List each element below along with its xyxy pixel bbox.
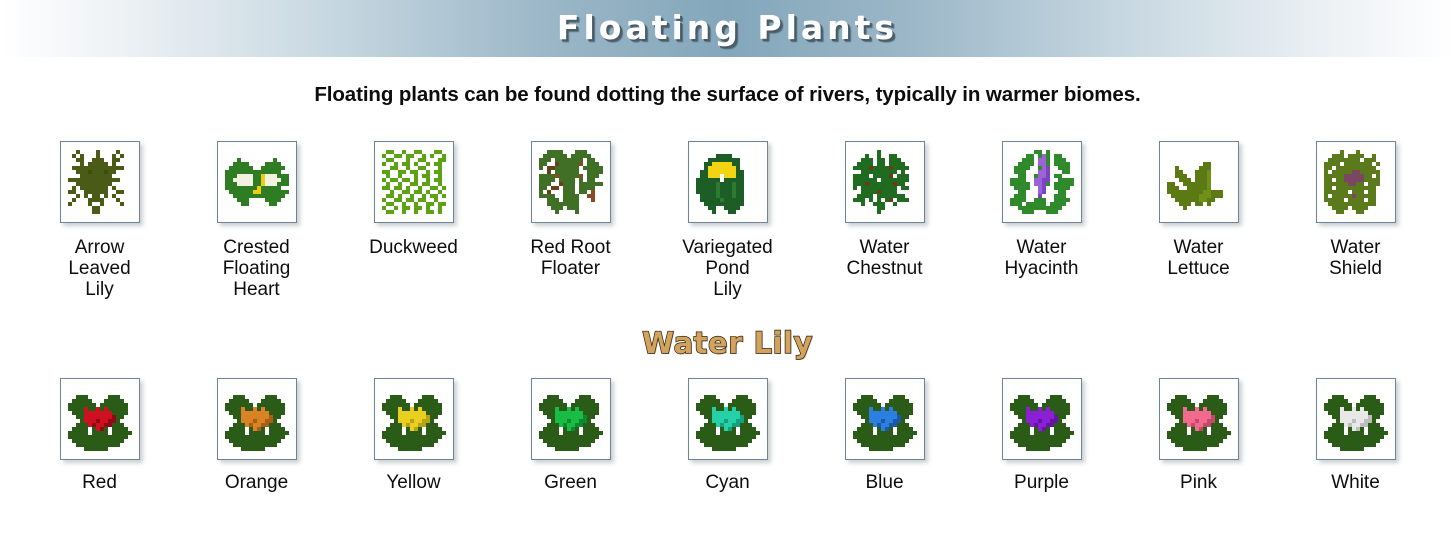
lily-label: Cyan: [705, 472, 750, 493]
lily-label: Orange: [224, 472, 289, 493]
plant-label: Water Chestnut: [846, 237, 923, 279]
lily-label: Pink: [1180, 472, 1217, 493]
pixel-art-canvas: [1166, 387, 1231, 451]
plant-label: Water Lettuce: [1167, 237, 1230, 279]
plant-cell[interactable]: Purple: [963, 378, 1120, 493]
plant-cell[interactable]: Crested Floating Heart: [178, 141, 335, 300]
pixel-art-canvas: [1323, 387, 1388, 451]
pixel-art-canvas: [224, 387, 289, 451]
water-lily-grid: Red Orange Yellow Green Cyan Blue Purple Pink Wh…: [0, 378, 1455, 493]
floating-plants-grid: Arrow Leaved Lily Crested Floating Heart D…: [0, 141, 1455, 300]
water-lily-purple-icon[interactable]: [1001, 378, 1082, 460]
pixel-art-canvas: [1166, 150, 1231, 214]
water-lily-cyan-icon[interactable]: [687, 378, 768, 460]
pixel-art-canvas: [852, 387, 917, 451]
water-lily-orange-icon[interactable]: [216, 378, 297, 460]
duckweed-icon[interactable]: [373, 141, 454, 223]
water-lily-green-icon[interactable]: [530, 378, 611, 460]
pixel-art-canvas: [1009, 150, 1074, 214]
page-title: Floating Plants: [556, 8, 899, 47]
water-lily-red-icon[interactable]: [59, 378, 140, 460]
water-hyacinth-icon[interactable]: [1001, 141, 1082, 223]
plant-cell[interactable]: Water Lettuce: [1120, 141, 1277, 279]
plant-cell[interactable]: Arrow Leaved Lily: [21, 141, 178, 300]
plant-label: Duckweed: [369, 237, 458, 258]
water-lily-blue-icon[interactable]: [844, 378, 925, 460]
water-lily-white-icon[interactable]: [1315, 378, 1396, 460]
plant-cell[interactable]: White: [1277, 378, 1434, 493]
arrow-leaved-lily-icon[interactable]: [59, 141, 140, 223]
lily-label: Blue: [865, 472, 904, 493]
water-lily-yellow-icon[interactable]: [373, 378, 454, 460]
plant-label: Arrow Leaved Lily: [68, 237, 131, 300]
water-lily-pink-icon[interactable]: [1158, 378, 1239, 460]
plant-label: Red Root Floater: [530, 237, 611, 279]
water-lettuce-icon[interactable]: [1158, 141, 1239, 223]
plant-label: Water Hyacinth: [1004, 237, 1079, 279]
pixel-art-canvas: [852, 150, 917, 214]
plant-cell[interactable]: Red Root Floater: [492, 141, 649, 279]
pixel-art-canvas: [1009, 387, 1074, 451]
plant-cell[interactable]: Water Chestnut: [806, 141, 963, 279]
water-lily-section-heading: Water Lily: [641, 325, 813, 360]
plant-cell[interactable]: Cyan: [649, 378, 806, 493]
plant-cell[interactable]: Yellow: [335, 378, 492, 493]
plant-label: Crested Floating Heart: [222, 237, 291, 300]
lily-label: Green: [544, 472, 597, 493]
water-shield-icon[interactable]: [1315, 141, 1396, 223]
pixel-art-canvas: [224, 150, 289, 214]
intro-description: Floating plants can be found dotting the…: [314, 83, 1141, 106]
pixel-art-canvas: [381, 387, 446, 451]
lily-label: White: [1331, 472, 1380, 493]
pixel-art-canvas: [538, 387, 603, 451]
plant-cell[interactable]: Green: [492, 378, 649, 493]
red-root-floater-icon[interactable]: [530, 141, 611, 223]
lily-label: Purple: [1014, 472, 1069, 493]
pixel-art-canvas: [1323, 150, 1388, 214]
plant-label: Variegated Pond Lily: [682, 237, 773, 300]
crested-floating-heart-icon[interactable]: [216, 141, 297, 223]
pixel-art-canvas: [67, 150, 132, 214]
water-chestnut-icon[interactable]: [844, 141, 925, 223]
plant-cell[interactable]: Blue: [806, 378, 963, 493]
plant-cell[interactable]: Red: [21, 378, 178, 493]
pixel-art-canvas: [381, 150, 446, 214]
plant-cell[interactable]: Water Shield: [1277, 141, 1434, 279]
pixel-art-canvas: [695, 150, 760, 214]
pixel-art-canvas: [695, 387, 760, 451]
plant-cell[interactable]: Pink: [1120, 378, 1277, 493]
plant-label: Water Shield: [1329, 237, 1382, 279]
lily-label: Red: [82, 472, 117, 493]
pixel-art-canvas: [538, 150, 603, 214]
plant-cell[interactable]: Orange: [178, 378, 335, 493]
plant-cell[interactable]: Water Hyacinth: [963, 141, 1120, 279]
plant-cell[interactable]: Duckweed: [335, 141, 492, 258]
variegated-pond-lily-icon[interactable]: [687, 141, 768, 223]
plant-cell[interactable]: Variegated Pond Lily: [649, 141, 806, 300]
lily-label: Yellow: [386, 472, 441, 493]
pixel-art-canvas: [67, 387, 132, 451]
header-banner: Floating Plants: [0, 0, 1455, 57]
